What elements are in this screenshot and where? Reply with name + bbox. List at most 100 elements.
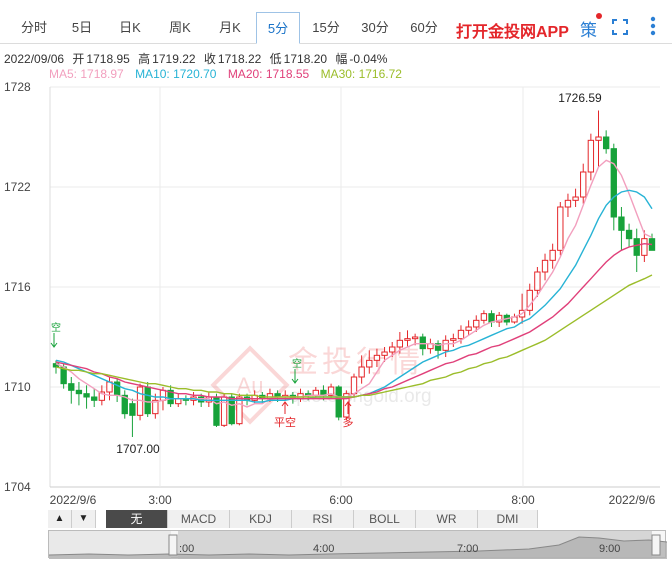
more-menu-icon[interactable]: [643, 14, 663, 38]
strategy-button[interactable]: 策: [580, 16, 597, 41]
candle-body: [633, 238, 640, 256]
tab-15min[interactable]: 15分: [306, 12, 346, 44]
navigator-label: 7:00: [457, 543, 479, 555]
candle-body: [312, 389, 319, 396]
navigator-left-handle[interactable]: [168, 534, 178, 556]
min-price-label: 1707.00: [116, 442, 160, 456]
info-change-label: 幅: [335, 52, 348, 66]
info-date: 2022/09/06: [4, 52, 65, 66]
indicator-dmi[interactable]: DMI: [478, 510, 538, 528]
y-tick-label: 1710: [4, 380, 31, 394]
tab-weekly-k[interactable]: 周K: [158, 12, 202, 44]
candle-body: [213, 396, 220, 426]
candle-body: [373, 354, 381, 361]
x-tick-label: 3:00: [148, 493, 172, 507]
tab-daily-k[interactable]: 日K: [110, 12, 150, 44]
navigator-label: 9:00: [599, 543, 621, 555]
candle-body: [129, 403, 136, 416]
y-axis: 1728 1722 1716 1710 1704: [4, 80, 31, 494]
ma10-label: MA10: 1720.70: [135, 67, 217, 81]
candle-body: [572, 196, 579, 201]
info-low: 1718.20: [283, 52, 328, 66]
chart-grid: [49, 86, 660, 488]
candle-body: [335, 386, 342, 418]
info-high: 1719.22: [152, 52, 196, 66]
indicator-wr[interactable]: WR: [416, 510, 478, 528]
tab-5min[interactable]: 5分: [256, 12, 300, 44]
candle-body: [419, 336, 426, 350]
candle-body: [488, 313, 495, 323]
signal-long-label: 多: [343, 415, 354, 429]
ma30-label: MA30: 1716.72: [320, 67, 402, 81]
info-low-label: 低: [269, 52, 282, 66]
candle-body: [595, 136, 602, 141]
indicator-macd[interactable]: MACD: [168, 510, 230, 528]
candle-body: [450, 338, 457, 341]
candle-body: [641, 238, 648, 256]
signal-short-label: 空: [49, 321, 61, 332]
watermark-logo: Au: [237, 373, 264, 398]
candle-body: [587, 139, 595, 173]
candle-body: [457, 329, 465, 340]
tab-30min[interactable]: 30分: [355, 12, 395, 44]
x-tick-label: 6:00: [329, 493, 353, 507]
scroll-down-arrow[interactable]: ▼: [72, 510, 96, 528]
navigator-right-handle[interactable]: [651, 534, 661, 556]
x-axis: 2022/9/6 3:00 6:00 8:00 2022/9/6: [50, 493, 656, 507]
navigator-label: 4:00: [313, 543, 335, 555]
candle-body: [68, 383, 75, 391]
navigator-area: [49, 531, 667, 559]
indicator-none[interactable]: 无: [106, 510, 168, 528]
max-price-label: 1726.59: [558, 91, 602, 105]
candle-body: [534, 271, 541, 291]
kline-chart[interactable]: Au 金投行情 quote.cngold.org 172817221716171…: [0, 80, 672, 508]
candle-body: [404, 338, 411, 341]
ma20-label: MA20: 1718.55: [227, 67, 310, 81]
tab-monthly-k[interactable]: 月K: [208, 12, 252, 44]
tab-timeshare[interactable]: 分时: [14, 12, 54, 44]
info-open: 1718.95: [86, 52, 130, 66]
candle-body: [564, 199, 572, 208]
candle-body: [411, 336, 419, 340]
candle-body: [159, 389, 167, 401]
candle-body: [144, 386, 151, 415]
info-change: -0.04%: [349, 52, 388, 66]
info-close-label: 收: [203, 52, 216, 66]
candle-body: [358, 366, 365, 378]
candle-body: [618, 216, 625, 231]
info-open-label: 开: [72, 52, 85, 66]
y-tick-label: 1716: [4, 280, 31, 294]
candle-body: [83, 393, 90, 398]
x-tick-label: 2022/9/6: [609, 493, 656, 507]
ma-legend: MA5: 1718.97 MA10: 1720.70 MA20: 1718.55…: [49, 67, 410, 81]
info-close: 1718.22: [217, 52, 262, 66]
indicator-kdj[interactable]: KDJ: [230, 510, 292, 528]
indicator-boll[interactable]: BOLL: [354, 510, 416, 528]
info-high-label: 高: [138, 52, 151, 66]
candle-body: [557, 206, 564, 251]
marker-arrow: [281, 401, 289, 414]
ma5-label: MA5: 1718.97: [49, 67, 124, 81]
candle-body: [602, 136, 610, 150]
candles: [52, 110, 656, 437]
candle-body: [442, 339, 449, 351]
candle-body: [91, 396, 98, 401]
range-navigator[interactable]: :00 4:00 7:00 9:00: [48, 530, 667, 559]
tab-60min[interactable]: 60分: [404, 12, 444, 44]
signal-short-label: 空: [290, 357, 302, 368]
candle-body: [175, 398, 182, 405]
indicator-rsi[interactable]: RSI: [292, 510, 354, 528]
x-tick-label: 8:00: [511, 493, 535, 507]
scroll-up-arrow[interactable]: ▲: [48, 510, 72, 528]
fullscreen-icon[interactable]: [612, 19, 628, 35]
candle-body: [580, 171, 587, 198]
candle-body: [610, 148, 617, 218]
navigator-label: :00: [179, 543, 195, 555]
open-app-link[interactable]: 打开金投网APP: [456, 18, 569, 42]
candle-body: [220, 396, 228, 426]
period-tabbar: 分时 5日 日K 周K 月K 5分 15分 30分 60分 打开金投网APP 策: [0, 0, 672, 44]
y-tick-label: 1728: [4, 80, 31, 94]
tab-5day[interactable]: 5日: [62, 12, 102, 44]
candle-body: [625, 229, 633, 240]
candle-body: [381, 351, 388, 356]
